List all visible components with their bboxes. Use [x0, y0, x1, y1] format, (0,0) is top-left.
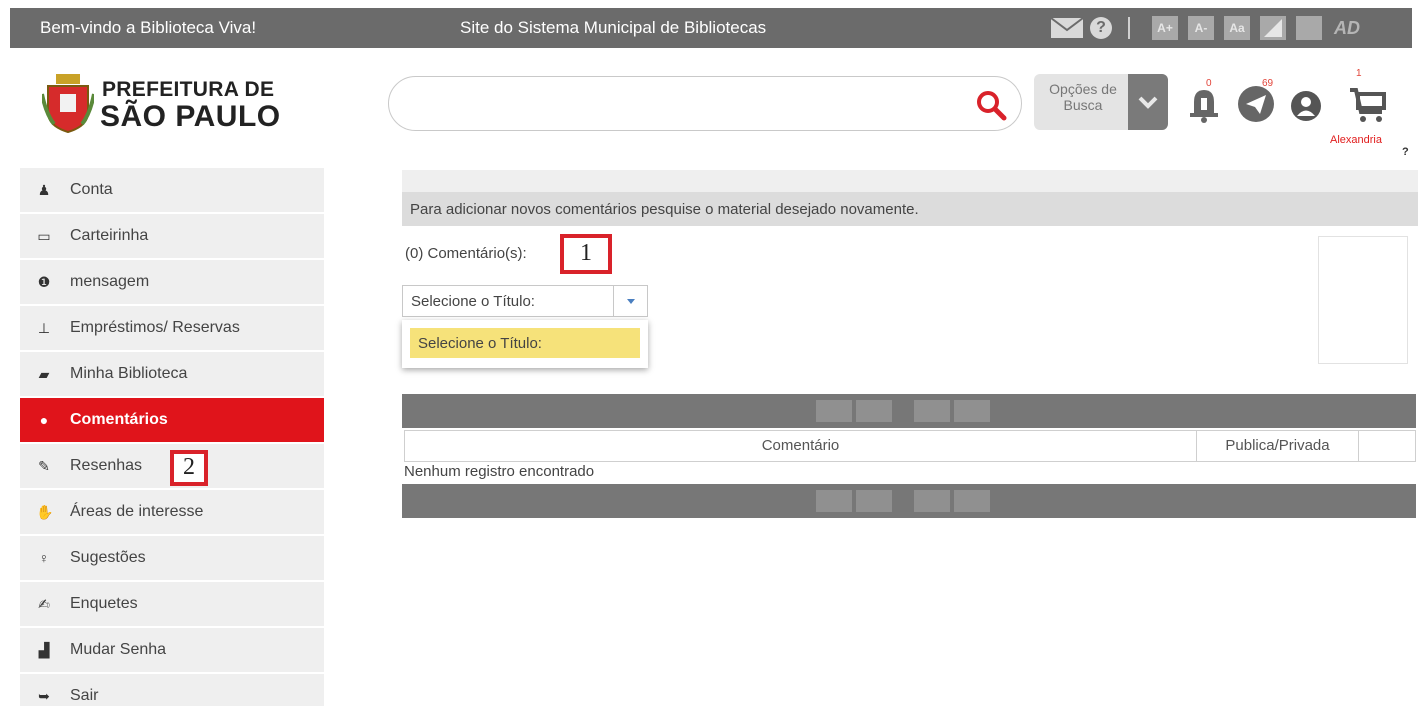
title-select-value: Selecione o Título:	[411, 293, 535, 310]
pencil-icon: ✎	[38, 458, 50, 474]
municipal-library-site-link[interactable]: Site do Sistema Municipal de Bibliotecas	[460, 18, 766, 38]
sidebar-item-label: Mudar Senha	[70, 641, 167, 658]
sidebar-item-carteirinha[interactable]: ▭ Carteirinha	[20, 214, 324, 258]
pin-icon: ⊥	[37, 320, 51, 336]
search-input[interactable]	[409, 89, 969, 119]
sidebar-item-label: Sair	[70, 687, 99, 704]
comment-count: (0) Comentário(s):	[405, 245, 527, 262]
messages-icon[interactable]: 69	[1236, 78, 1282, 124]
top-bar: Bem-vindo a Biblioteca Viva! Site do Sis…	[10, 8, 1412, 48]
annotation-marker-2: 2	[170, 450, 208, 486]
sidebar-menu: ♟ Conta ▭ Carteirinha ❶ mensagem ⊥ Empréstim…	[20, 168, 324, 706]
notifications-count: 0	[1206, 78, 1212, 89]
font-reset-button[interactable]: Aa	[1224, 16, 1250, 40]
notice-banner: Para adicionar novos comentários pesquis…	[402, 192, 1418, 226]
welcome-text: Bem-vindo a Biblioteca Viva!	[40, 18, 257, 37]
sidebar-item-mensagem[interactable]: ❶ mensagem	[20, 260, 324, 304]
sidebar-item-mudar-senha[interactable]: ▟ Mudar Senha	[20, 628, 324, 672]
user-icon: ♟	[37, 182, 51, 198]
first-page-button[interactable]	[816, 490, 852, 512]
notifications-icon[interactable]: 0	[1186, 78, 1226, 124]
divider	[1128, 17, 1130, 39]
logo-line-1: PREFEITURA DE	[102, 78, 275, 101]
sidebar-item-emprestimos-reservas[interactable]: ⊥ Empréstimos/ Reservas	[20, 306, 324, 350]
thumbs-up-icon: ✋	[36, 504, 54, 520]
search-bar	[388, 76, 1022, 131]
empty-table-message: Nenhum registro encontrado	[404, 463, 595, 480]
unlock-icon: ▟	[38, 642, 50, 658]
comment-icon: ●	[39, 412, 49, 428]
cart-help[interactable]: ?	[1402, 146, 1409, 158]
pager-top	[402, 394, 1416, 428]
sidebar-item-label: Áreas de interesse	[70, 503, 204, 520]
first-page-button[interactable]	[816, 400, 852, 422]
content-header-strip	[402, 170, 1418, 192]
prefeitura-logo[interactable]: PREFEITURA DE SÃO PAULO	[42, 66, 292, 136]
sidebar-item-label: Sugestões	[70, 549, 146, 566]
font-increase-button[interactable]: A+	[1152, 16, 1178, 40]
sidebar-item-label: mensagem	[70, 273, 150, 290]
sidebar-item-label: Resenhas	[70, 457, 143, 474]
column-header-comentario[interactable]: Comentário	[405, 431, 1197, 461]
pager-bottom	[402, 484, 1416, 518]
last-page-button[interactable]	[954, 400, 990, 422]
next-page-button[interactable]	[914, 490, 950, 512]
title-select[interactable]: Selecione o Título:	[402, 285, 648, 317]
help-icon[interactable]: ?	[1090, 17, 1112, 39]
sidebar-item-label: Minha Biblioteca	[70, 365, 188, 382]
sidebar-item-sugestoes[interactable]: ♀ Sugestões	[20, 536, 324, 580]
lightbulb-icon: ♀	[38, 550, 50, 566]
sidebar-item-areas-de-interesse[interactable]: ✋ Áreas de interesse	[20, 490, 324, 534]
cart-library-name[interactable]: Alexandria	[1330, 134, 1382, 146]
search-options-label: Opções de Busca	[1049, 81, 1117, 113]
comments-panel	[1318, 236, 1408, 364]
sign-out-icon: ➥	[38, 688, 50, 704]
search-icon[interactable]	[975, 89, 1007, 121]
sidebar-item-label: Comentários	[70, 411, 168, 428]
sidebar-item-label: Conta	[70, 181, 113, 198]
sidebar-item-minha-biblioteca[interactable]: ▰ Minha Biblioteca	[20, 352, 324, 396]
audio-description-icon[interactable]: AD	[1334, 18, 1360, 39]
search-options-button[interactable]: Opções de Busca	[1034, 74, 1168, 130]
cart-icon[interactable]: 1	[1348, 68, 1388, 124]
comments-table-header: Comentário Publica/Privada	[404, 430, 1416, 462]
chevron-down-icon[interactable]	[613, 286, 647, 316]
high-contrast-icon[interactable]	[1296, 16, 1322, 40]
card-icon: ▭	[37, 228, 51, 244]
messages-count: 69	[1262, 78, 1274, 89]
book-icon: ▰	[38, 366, 50, 382]
dropdown-option[interactable]: Selecione o Título:	[410, 328, 640, 358]
sidebar-item-label: Empréstimos/ Reservas	[70, 319, 240, 336]
title-dropdown-menu: Selecione o Título:	[402, 320, 648, 368]
logo-line-2: SÃO PAULO	[100, 100, 281, 133]
prev-page-button[interactable]	[856, 490, 892, 512]
sidebar-item-comentarios[interactable]: ● Comentários	[20, 398, 324, 442]
coat-of-arms-icon	[42, 74, 94, 134]
cart-count: 1	[1356, 68, 1362, 79]
sidebar-item-conta[interactable]: ♟ Conta	[20, 168, 324, 212]
sidebar-item-label: Enquetes	[70, 595, 138, 612]
sidebar-item-enquetes[interactable]: ✍ Enquetes	[20, 582, 324, 626]
edit-icon: ✍	[38, 596, 50, 612]
info-icon: ❶	[37, 274, 51, 290]
annotation-marker-1: 1	[560, 234, 612, 274]
sidebar-item-label: Carteirinha	[70, 227, 149, 244]
column-header-publica-privada[interactable]: Publica/Privada	[1197, 431, 1359, 461]
contrast-icon[interactable]	[1260, 16, 1286, 40]
last-page-button[interactable]	[954, 490, 990, 512]
user-profile-icon[interactable]	[1290, 78, 1326, 124]
next-page-button[interactable]	[914, 400, 950, 422]
accessibility-toolbar: ? A+ A- Aa AD	[1050, 15, 1360, 41]
mail-icon[interactable]	[1050, 17, 1084, 39]
font-decrease-button[interactable]: A-	[1188, 16, 1214, 40]
prev-page-button[interactable]	[856, 400, 892, 422]
sidebar-item-sair[interactable]: ➥ Sair	[20, 674, 324, 706]
chevron-down-icon	[1128, 74, 1168, 130]
